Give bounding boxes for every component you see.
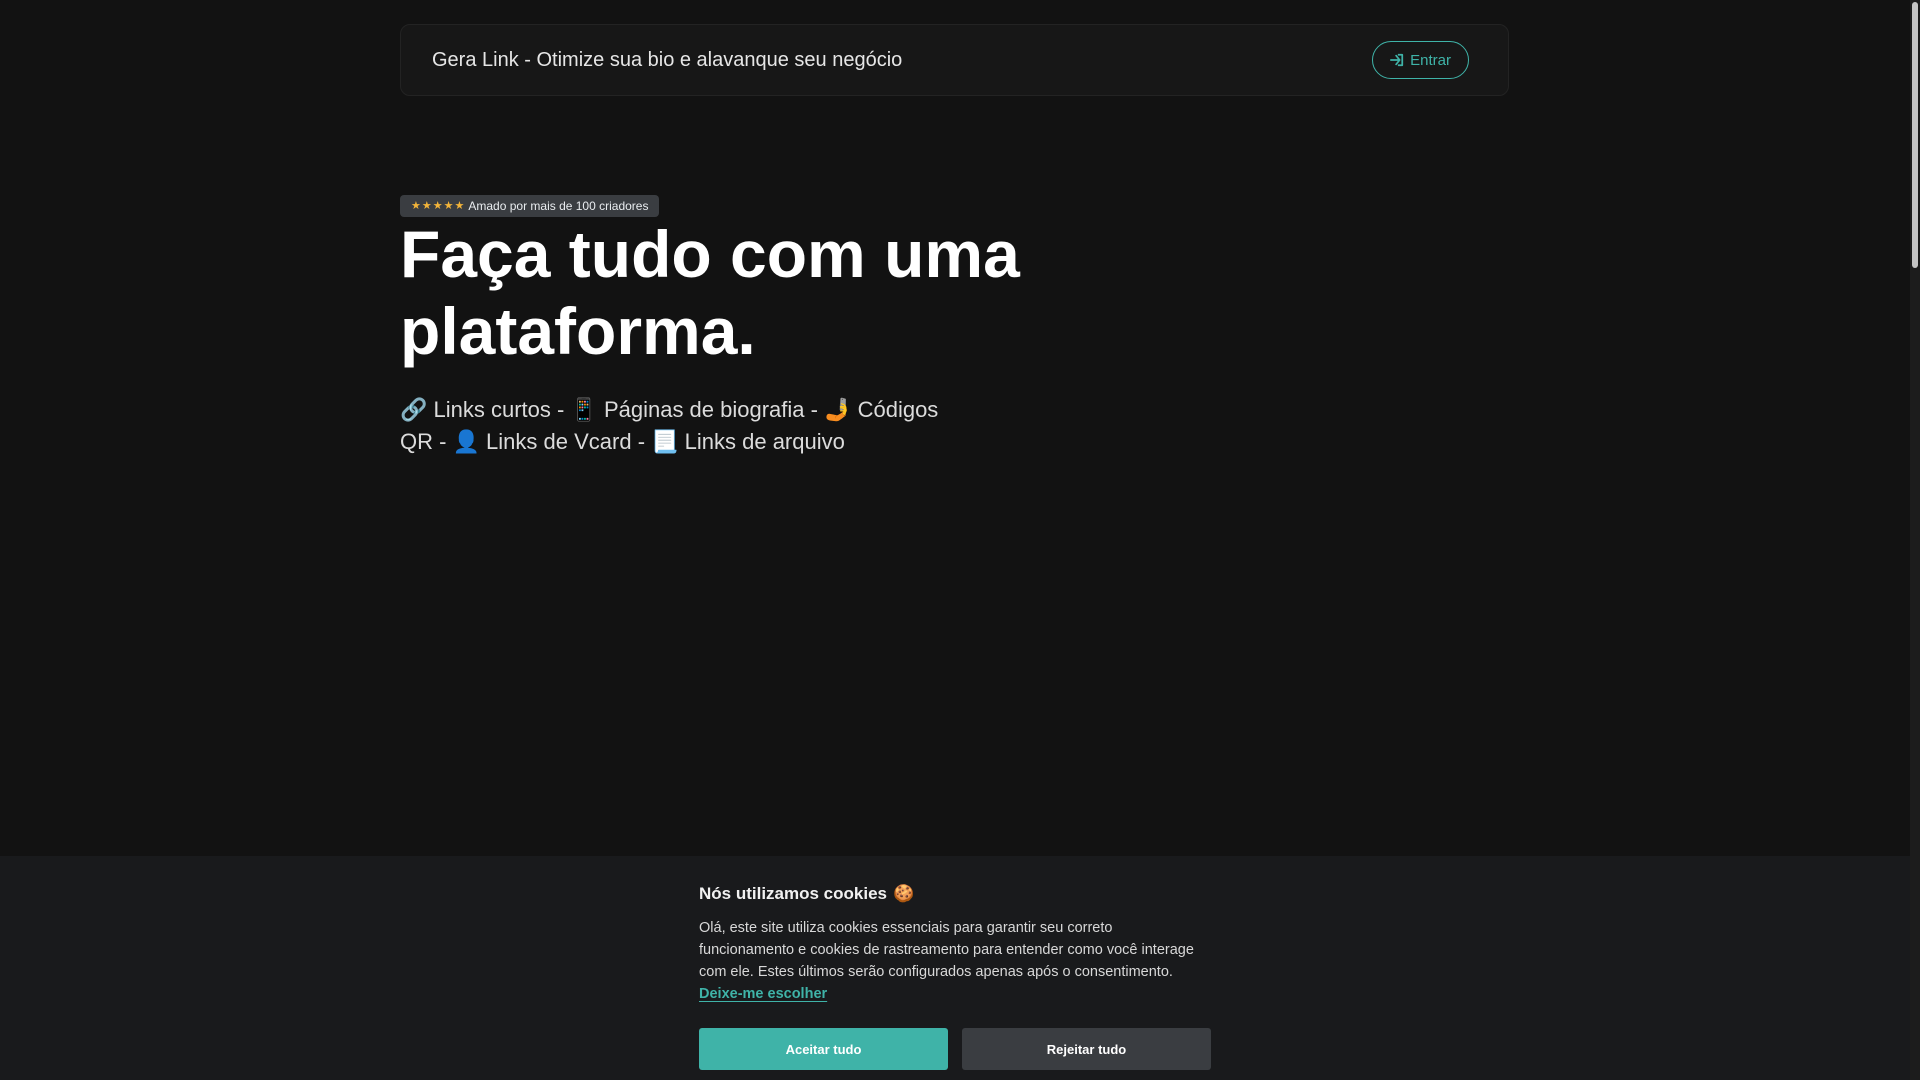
cookie-description: Olá, este site utiliza cookies essenciai…	[699, 917, 1211, 1005]
cookie-icon: 🍪	[893, 884, 915, 903]
rating-badge: ★ ★ ★ ★ ★ Amado por mais de 100 criadore…	[400, 195, 660, 217]
cookie-actions: Aceitar tudo Rejeitar tudo	[699, 1028, 1211, 1070]
cookie-banner: Nós utilizamos cookies 🍪 Olá, este site …	[0, 856, 1910, 1080]
star-icon: ★	[421, 199, 432, 212]
login-label: Entrar	[1410, 51, 1451, 69]
cookie-title: Nós utilizamos cookies 🍪	[699, 884, 1211, 904]
star-icon: ★	[443, 199, 454, 212]
navbar: Gera Link - Otimize sua bio e alavanque …	[400, 24, 1509, 96]
hero-title: Faça tudo com uma plataforma.	[400, 217, 1020, 368]
star-icon: ★	[454, 199, 465, 212]
let-me-choose-link[interactable]: Deixe-me escolher	[699, 986, 827, 1002]
badge-text: Amado por mais de 100 criadores	[468, 199, 649, 213]
brand-title[interactable]: Gera Link - Otimize sua bio e alavanque …	[432, 49, 902, 72]
page: Gera Link - Otimize sua bio e alavanque …	[0, 0, 1920, 1080]
accept-all-button[interactable]: Aceitar tudo	[699, 1028, 948, 1070]
cookie-text: Olá, este site utiliza cookies essenciai…	[699, 920, 1194, 980]
login-button[interactable]: Entrar	[1372, 41, 1469, 79]
hero-subtitle: 🔗 Links curtos - 📱 Páginas de biografia …	[400, 397, 939, 454]
star-icon: ★	[411, 199, 421, 212]
cookie-content: Nós utilizamos cookies 🍪 Olá, este site …	[699, 884, 1211, 1070]
sign-in-icon	[1390, 53, 1404, 67]
reject-all-button[interactable]: Rejeitar tudo	[962, 1028, 1211, 1070]
scrollbar-thumb[interactable]	[1912, 2, 1918, 268]
vertical-scrollbar[interactable]	[1910, 0, 1920, 1080]
cookie-title-text: Nós utilizamos cookies	[699, 884, 887, 903]
star-icon: ★	[432, 199, 443, 212]
rating-stars: ★ ★ ★ ★ ★	[411, 199, 465, 212]
